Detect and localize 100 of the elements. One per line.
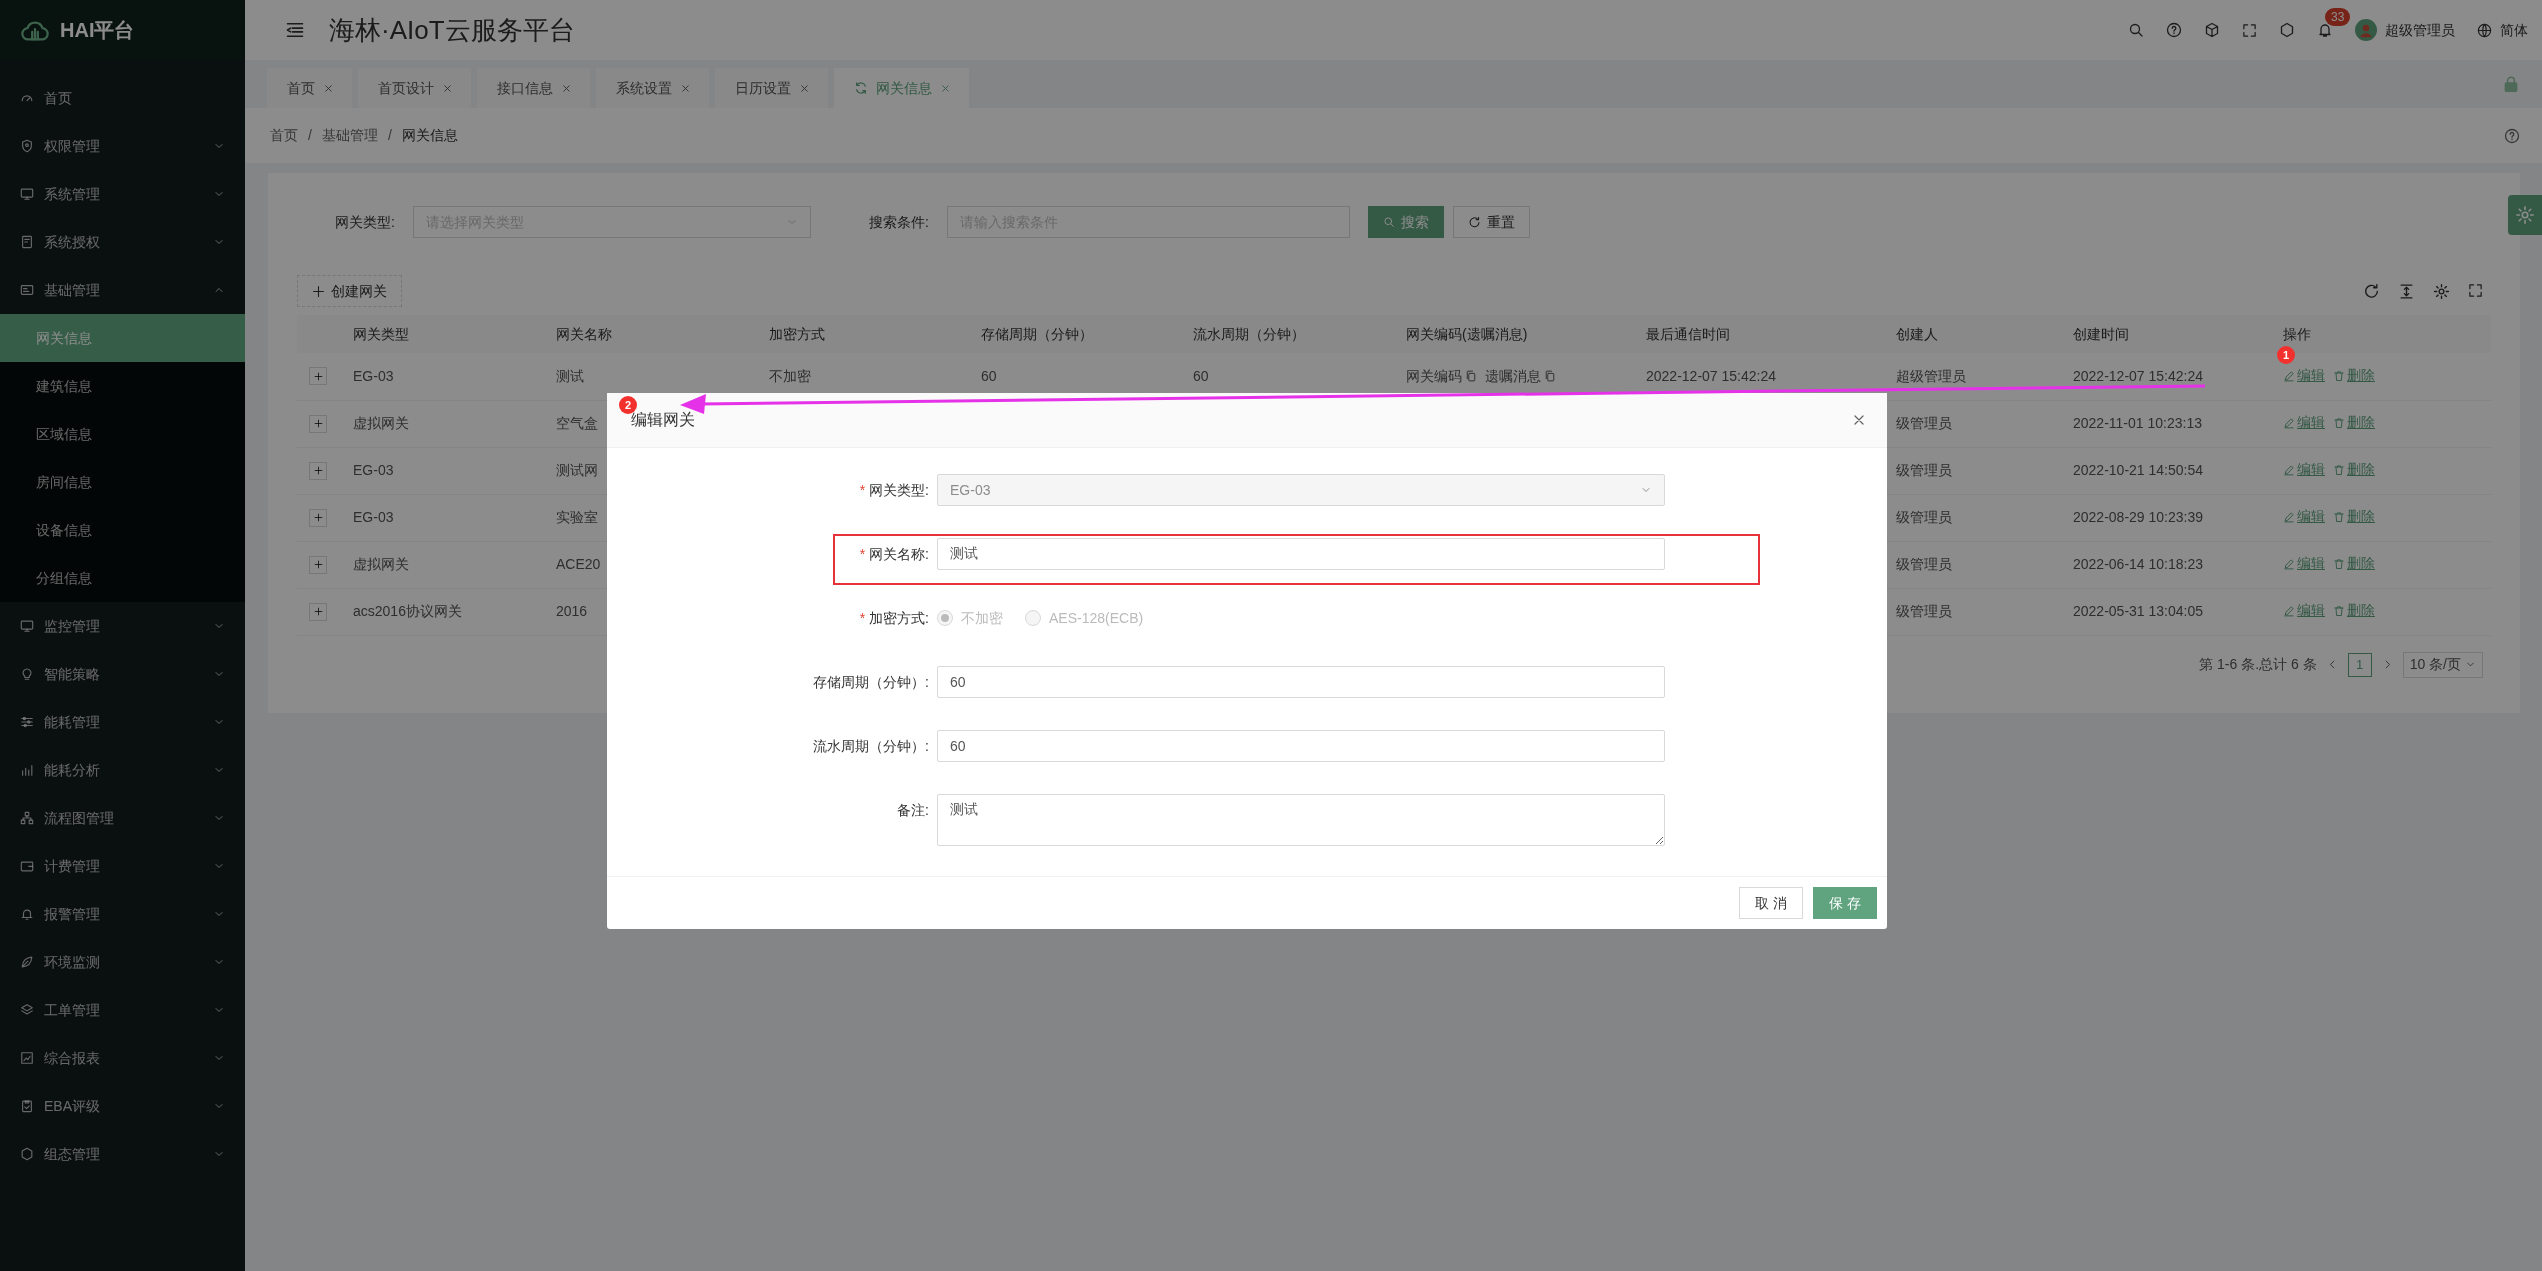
sidebar-subitem[interactable]: 设备信息: [0, 506, 245, 554]
page-size-select[interactable]: 10 条/页: [2402, 651, 2483, 678]
close-icon[interactable]: [323, 82, 334, 94]
close-icon[interactable]: [799, 82, 810, 94]
edit-link[interactable]: 编辑: [2283, 553, 2325, 575]
sidebar-subitem[interactable]: 建筑信息: [0, 362, 245, 410]
sidebar-subitem[interactable]: 分组信息: [0, 554, 245, 602]
table-cell: 级管理员: [1896, 462, 1952, 478]
cancel-button[interactable]: 取 消: [1739, 887, 1804, 919]
sliders-icon: [20, 715, 34, 729]
save-button[interactable]: 保 存: [1813, 887, 1877, 919]
notification-bell-icon[interactable]: [2317, 22, 2333, 38]
table-cell: 测试网: [556, 462, 598, 478]
sidebar-item[interactable]: 系统管理: [0, 170, 245, 218]
clipboard-icon: [20, 1099, 34, 1113]
fullscreen-icon[interactable]: [2468, 282, 2483, 298]
edit-link[interactable]: 编辑: [2283, 412, 2325, 434]
globe-icon[interactable]: [2477, 22, 2492, 38]
column-height-icon[interactable]: [2398, 282, 2415, 300]
close-icon[interactable]: [442, 82, 453, 94]
fullscreen-icon[interactable]: [2242, 22, 2257, 38]
delete-link[interactable]: 删除: [2333, 365, 2375, 386]
sidebar-item[interactable]: 系统授权: [0, 218, 245, 266]
edit-link[interactable]: 编辑: [2283, 600, 2325, 622]
copyable-text[interactable]: 网关编码: [1406, 365, 1477, 387]
page-tab[interactable]: 网关信息: [834, 68, 969, 108]
table-cell: 2022-06-14 10:18:23: [2073, 556, 2203, 572]
page-tab[interactable]: 首页设计: [358, 68, 471, 108]
expand-button[interactable]: [309, 461, 327, 480]
sidebar-subitem[interactable]: 网关信息: [0, 314, 245, 362]
cube-icon[interactable]: [2204, 22, 2220, 38]
reload-icon[interactable]: [2363, 282, 2380, 300]
expand-button[interactable]: [309, 602, 327, 621]
sidebar-item[interactable]: 能耗管理: [0, 698, 245, 746]
copy-icon[interactable]: [1465, 370, 1477, 383]
sidebar-item[interactable]: 组态管理: [0, 1130, 245, 1178]
page-tab[interactable]: 接口信息: [477, 68, 590, 108]
sidebar-item[interactable]: 环境监测: [0, 938, 245, 986]
sidebar-item[interactable]: EBA评级: [0, 1082, 245, 1130]
sidebar-item[interactable]: 智能策略: [0, 650, 245, 698]
column-header: 网关类型: [353, 325, 409, 342]
sidebar-item[interactable]: 能耗分析: [0, 746, 245, 794]
table-cell: 级管理员: [1896, 556, 1952, 572]
close-icon[interactable]: [940, 82, 951, 94]
search-icon[interactable]: [2128, 22, 2144, 38]
page-tab[interactable]: 系统设置: [596, 68, 709, 108]
form-label: * 网关类型:: [859, 482, 929, 498]
menu-fold-icon[interactable]: [285, 20, 305, 40]
expand-button[interactable]: [309, 367, 327, 386]
sidebar-item[interactable]: 报警管理: [0, 890, 245, 938]
layers-icon: [20, 1003, 34, 1017]
expand-button[interactable]: [309, 414, 327, 433]
sidebar-item[interactable]: 工单管理: [0, 986, 245, 1034]
create-button[interactable]: 创建网关: [297, 275, 402, 307]
edit-link[interactable]: 编辑: [2283, 506, 2325, 528]
search-button[interactable]: 搜索: [1367, 206, 1444, 238]
settings-icon[interactable]: [2433, 282, 2450, 300]
sidebar-item[interactable]: 监控管理: [0, 602, 245, 650]
close-icon[interactable]: [680, 82, 691, 94]
sidebar-item[interactable]: 权限管理: [0, 122, 245, 170]
copyable-text[interactable]: 遗嘱消息: [1485, 365, 1556, 387]
reset-button[interactable]: 重置: [1452, 206, 1530, 238]
delete-link[interactable]: 删除: [2333, 459, 2375, 481]
settings-drawer-button[interactable]: [2508, 195, 2542, 235]
user-name[interactable]: 超级管理员: [2385, 19, 2455, 41]
edit-link[interactable]: 编辑: [2283, 365, 2325, 386]
input-field[interactable]: 60: [937, 666, 1665, 698]
sidebar-item[interactable]: 计费管理: [0, 842, 245, 890]
sidebar-item[interactable]: 流程图管理: [0, 794, 245, 842]
sidebar-item[interactable]: 综合报表: [0, 1034, 245, 1082]
delete-link[interactable]: 删除: [2333, 553, 2375, 575]
delete-link[interactable]: 删除: [2333, 600, 2375, 622]
sidebar-item[interactable]: 首页: [0, 74, 245, 122]
copy-icon[interactable]: [1544, 370, 1556, 383]
page-button[interactable]: 1: [2347, 652, 2372, 677]
delete-link[interactable]: 删除: [2333, 506, 2375, 528]
sidebar-subitem[interactable]: 区域信息: [0, 410, 245, 458]
monitor-icon: [20, 187, 34, 201]
avatar-icon[interactable]: [2355, 19, 2377, 41]
page-tab[interactable]: 首页: [267, 68, 352, 108]
remark-field[interactable]: 测试: [937, 794, 1665, 846]
table-cell: EG-03: [353, 462, 394, 478]
expand-button[interactable]: [309, 508, 327, 527]
expand-button[interactable]: [309, 555, 327, 574]
language-menu-link[interactable]: 简体: [2500, 19, 2528, 41]
sidebar-item[interactable]: 基础管理: [0, 266, 245, 314]
input-field[interactable]: 60: [937, 730, 1665, 762]
help-icon[interactable]: [2504, 127, 2520, 144]
page-tab[interactable]: 日历设置: [715, 68, 828, 108]
sidebar-subitem[interactable]: 房间信息: [0, 458, 245, 506]
delete-link[interactable]: 删除: [2333, 412, 2375, 434]
input-field[interactable]: 测试: [937, 538, 1665, 570]
table-cell: 60: [1193, 367, 1209, 384]
breadcrumb-item[interactable]: 基础管理: [321, 125, 378, 146]
pagination-summary: 第 1-6 条.总计 6 条: [2199, 655, 2317, 674]
help-icon[interactable]: [2166, 22, 2182, 38]
breadcrumb-item[interactable]: 首页: [270, 125, 298, 146]
hexagon-icon[interactable]: [2279, 22, 2295, 38]
close-icon[interactable]: [561, 82, 572, 94]
edit-link[interactable]: 编辑: [2283, 459, 2325, 481]
